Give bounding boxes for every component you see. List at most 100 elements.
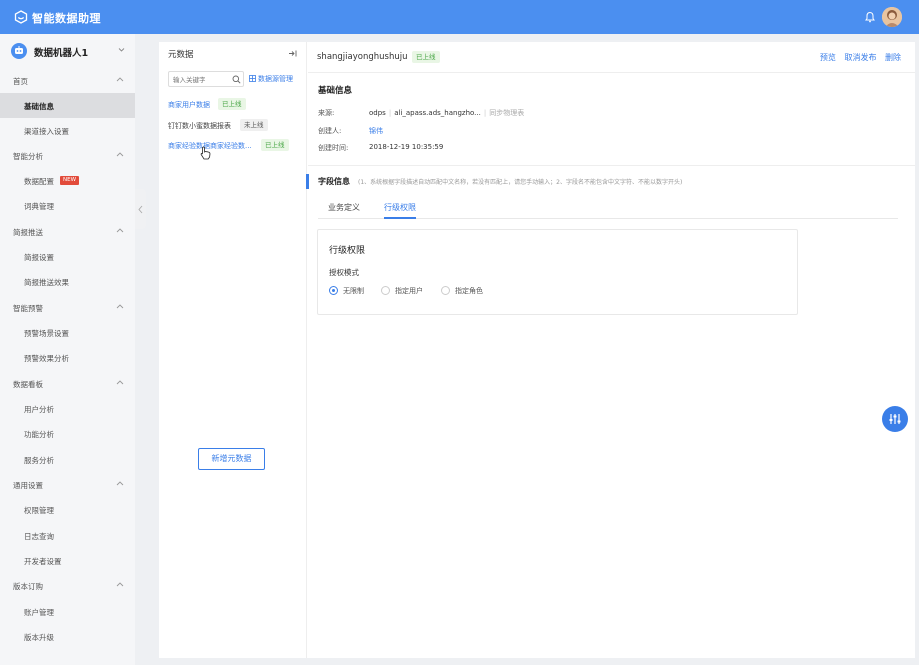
field-info-hint: (1、系统根据字段描述自动匹配中文名称，若没有匹配上，请您手动输入；2、字段名不… [358,179,683,186]
menu-group-label: 通用设置 [13,481,43,490]
bot-selector[interactable]: 数据机器人1 [0,34,135,68]
source-type: odps [369,109,386,117]
sidebar-item-label: 日志查询 [24,532,54,541]
sidebar-item-label: 渠道接入设置 [24,127,69,136]
metadata-panel: 元数据 数据源管理 商家用户数据 已上线 钉钉数小蜜数据报表 未上线 商家经验数… [159,42,307,658]
sidebar-item-label: 预警场景设置 [24,329,69,338]
metadata-panel-title: 元数据 [168,50,194,60]
info-row-source: 来源: odps | ali_apass.ads_hangzho... | 同步物理表 [318,108,618,120]
sidebar-item-label: 简报推送效果 [24,278,69,287]
radio-specified-role[interactable]: 指定角色 [441,285,497,297]
avatar[interactable] [882,7,902,27]
menu-group-alert[interactable]: 智能预警 [0,295,135,320]
sidebar-item-label: 用户分析 [24,405,54,414]
detail-tabs: 业务定义 行级权限 [318,199,898,219]
menu-group-analysis[interactable]: 智能分析 [0,143,135,168]
source-value: odps | ali_apass.ads_hangzho... | 同步物理表 [369,109,525,117]
menu-group-brief[interactable]: 简报推送 [0,219,135,244]
datasource-manage-link[interactable]: 数据源管理 [249,74,293,84]
menu-group-general[interactable]: 通用设置 [0,472,135,497]
sidebar-item-user-analysis[interactable]: 用户分析 [0,396,135,421]
sidebar-item-label: 账户管理 [24,608,54,617]
add-metadata-button[interactable]: 新增元数据 [198,448,265,470]
unpublish-button[interactable]: 取消发布 [844,53,876,62]
sidebar-item-log-query[interactable]: 日志查询 [0,523,135,548]
chevron-up-icon [116,380,124,385]
sliders-icon [889,414,901,424]
divider [308,72,915,73]
floating-settings-button[interactable] [882,406,908,432]
creator-value[interactable]: 锦伟 [369,126,383,136]
auth-mode-label: 授权模式 [329,268,359,277]
sidebar-item-label: 预警效果分析 [24,354,69,363]
menu-group-home[interactable]: 首页 [0,68,135,93]
menu-group-label: 简报推送 [13,228,43,237]
menu-group-label: 版本订购 [13,582,43,591]
chevron-up-icon [116,582,124,587]
radio-unrestricted[interactable]: 无限制 [329,285,377,297]
status-badge: 未上线 [240,119,268,131]
sync-table-link[interactable]: 同步物理表 [489,109,524,117]
bell-icon[interactable] [864,11,876,23]
sidebar-item-upgrade[interactable]: 版本升级 [0,624,135,649]
status-badge: 已上线 [412,51,440,63]
chevron-up-icon [116,304,124,309]
app-logo-icon [14,10,28,24]
source-item-name: 商家用户数据 [168,101,210,109]
search-icon[interactable] [232,75,241,84]
sidebar-item-permissions[interactable]: 权限管理 [0,497,135,522]
source-item-name: 钉钉数小蜜数据报表 [168,122,231,130]
sidebar-item-data-config[interactable]: 数据配置 NEW [0,168,135,193]
sidebar-item-alert-scene[interactable]: 预警场景设置 [0,320,135,345]
radio-label: 指定角色 [455,287,483,295]
sidebar-item-service-analysis[interactable]: 服务分析 [0,447,135,472]
sidebar-item-brief-settings[interactable]: 简报设置 [0,244,135,269]
hand-cursor-icon [200,146,211,160]
tab-business-definition[interactable]: 业务定义 [328,202,360,219]
sidebar-item-label: 开发者设置 [24,557,62,566]
chevron-left-icon [138,205,143,214]
menu-group-dashboard[interactable]: 数据看板 [0,371,135,396]
radio-dot [441,286,450,295]
bot-name: 数据机器人1 [34,48,89,59]
menu-group-label: 首页 [13,77,28,86]
sidebar-item-label: 简报设置 [24,253,54,262]
menu-group-label: 数据看板 [13,380,43,389]
delete-button[interactable]: 删除 [885,53,901,62]
collapse-panel-icon[interactable] [288,49,297,58]
sidebar: 数据机器人1 首页 基础信息 渠道接入设置 智能分析 数据配置 NEW 词典管理… [0,34,135,665]
sidebar-item-feature-analysis[interactable]: 功能分析 [0,421,135,446]
radio-label: 指定用户 [395,287,423,295]
chevron-down-icon[interactable] [118,46,125,53]
sidebar-item-dictionary[interactable]: 词典管理 [0,193,135,218]
sidebar-item-account[interactable]: 账户管理 [0,599,135,624]
sidebar-collapse-handle[interactable] [135,189,146,229]
preview-button[interactable]: 预览 [820,53,836,62]
source-item[interactable]: 商家经验数据商家经验数... 已上线 [168,139,298,153]
row-permission-title: 行级权限 [329,246,366,256]
source-label: 来源: [318,109,335,117]
sidebar-item-brief-effect[interactable]: 简报推送效果 [0,269,135,294]
app-title: 智能数据助理 [32,12,101,25]
tab-row-permission[interactable]: 行级权限 [384,202,416,219]
search-input[interactable] [173,74,229,85]
new-badge: NEW [60,176,80,185]
status-badge: 已上线 [261,139,289,151]
sidebar-item-alert-effect[interactable]: 预警效果分析 [0,345,135,370]
section-accent-bar [306,174,309,189]
sidebar-item-channel-access[interactable]: 渠道接入设置 [0,118,135,143]
sidebar-item-developer[interactable]: 开发者设置 [0,548,135,573]
source-item[interactable]: 钉钉数小蜜数据报表 未上线 [168,119,298,133]
field-info-title: 字段信息 [318,177,350,186]
source-item[interactable]: 商家用户数据 已上线 [168,98,298,112]
status-badge: 已上线 [218,98,246,110]
radio-dot [381,286,390,295]
radio-specified-user[interactable]: 指定用户 [381,285,437,297]
radio-dot [329,286,338,295]
sidebar-item-basic-info[interactable]: 基础信息 [0,93,135,118]
chevron-up-icon [116,481,124,486]
menu-group-subscription[interactable]: 版本订购 [0,573,135,598]
sidebar-item-label: 服务分析 [24,456,54,465]
created-label: 创建时间: [318,144,349,152]
sidebar-item-label: 版本升级 [24,633,54,642]
